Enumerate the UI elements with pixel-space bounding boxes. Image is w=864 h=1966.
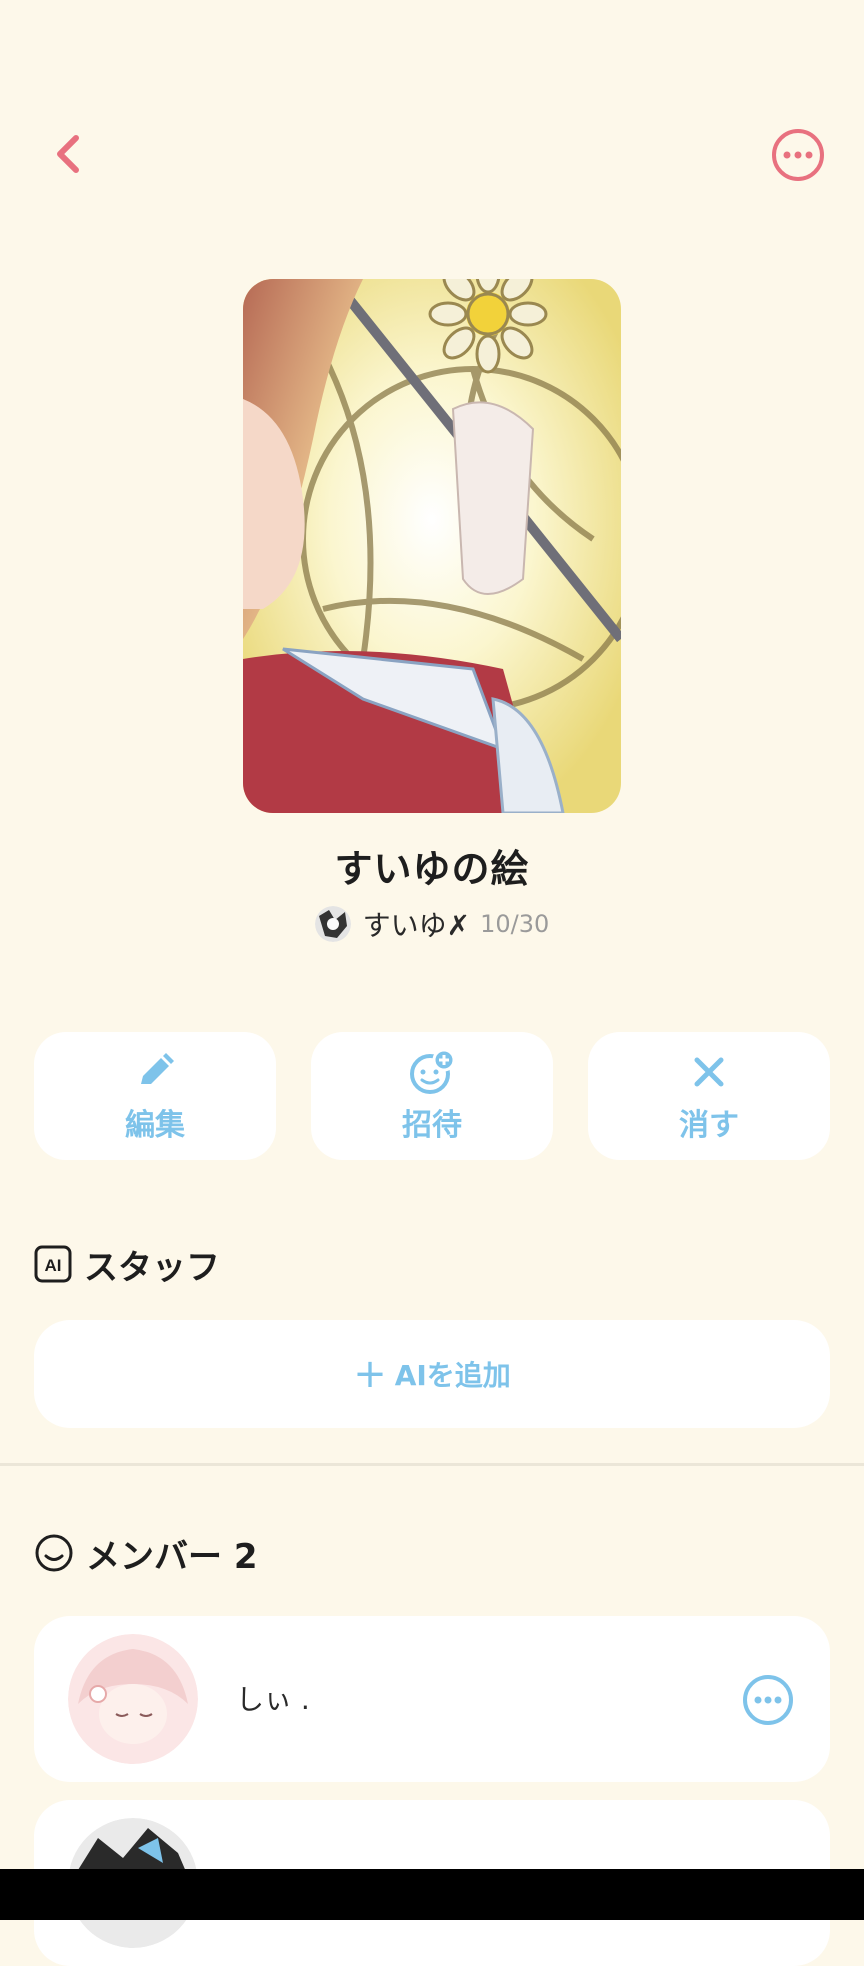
members-section-header: メンバー 2 — [34, 1529, 258, 1577]
more-horizontal-circle-icon — [743, 1675, 793, 1725]
owner-info: すいゆ✗ 10/30 — [0, 900, 864, 948]
add-person-icon — [410, 1048, 456, 1094]
chevron-left-icon — [57, 135, 79, 173]
owner-name: すいゆ✗ — [362, 909, 471, 942]
delete-button[interactable]: 消す — [588, 1032, 830, 1160]
member-name: しぃ . — [236, 1683, 310, 1716]
member-count: 10/30 — [480, 910, 550, 938]
invite-button[interactable]: 招待 — [311, 1032, 553, 1160]
svg-text:AI: AI — [45, 1256, 62, 1275]
room-cover-image — [243, 279, 621, 813]
plus-icon: + — [353, 1351, 387, 1397]
smiley-icon — [35, 1534, 73, 1572]
more-horizontal-circle-icon — [772, 129, 824, 181]
system-navigation-bar — [0, 1869, 864, 1920]
section-divider — [0, 1463, 864, 1466]
owner-avatar[interactable] — [314, 906, 351, 942]
member-row[interactable]: しぃ . — [34, 1616, 830, 1782]
member-more-button[interactable] — [742, 1674, 794, 1726]
close-icon — [694, 1057, 724, 1087]
add-ai-label: AIを追加 — [394, 1359, 511, 1392]
edit-button[interactable]: 編集 — [34, 1032, 276, 1160]
delete-button-label: 消す — [679, 1108, 739, 1143]
member-avatar[interactable] — [68, 1634, 198, 1764]
ai-badge-icon: AI — [34, 1245, 72, 1283]
room-title: すいゆの絵 — [334, 847, 530, 891]
back-button[interactable] — [40, 118, 96, 190]
invite-button-label: 招待 — [402, 1108, 462, 1143]
add-ai-button[interactable]: + AIを追加 — [34, 1320, 830, 1428]
pencil-icon — [141, 1053, 174, 1084]
staff-heading: スタッフ — [84, 1247, 220, 1288]
more-options-button[interactable] — [770, 127, 826, 183]
members-heading: メンバー 2 — [86, 1536, 258, 1577]
edit-button-label: 編集 — [125, 1108, 185, 1143]
staff-section-header: AI スタッフ — [34, 1240, 220, 1288]
